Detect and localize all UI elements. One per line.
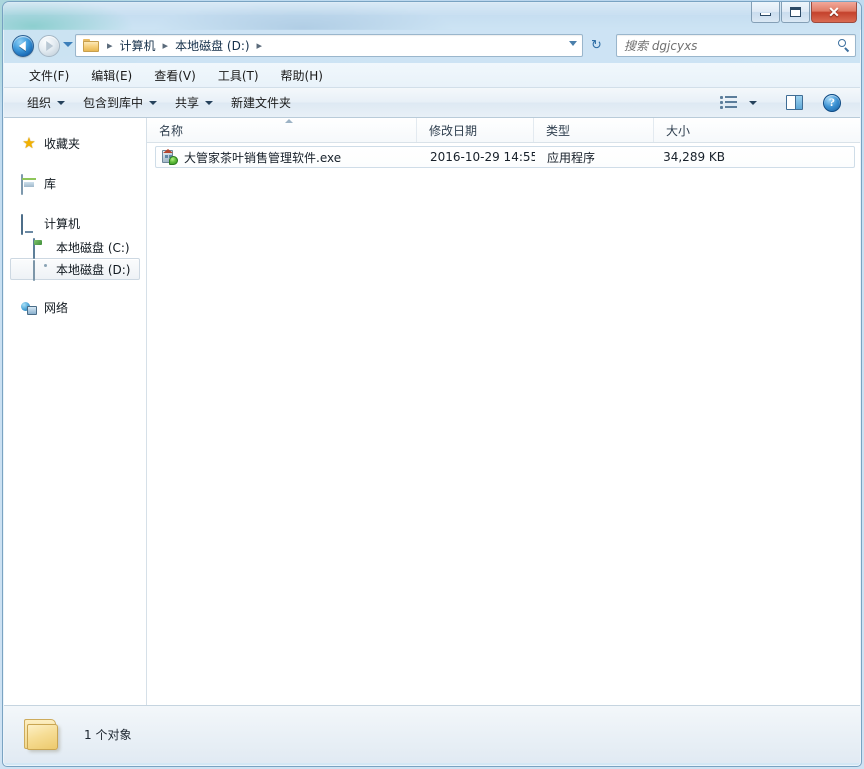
table-row[interactable]: 大管家茶叶销售管理软件.exe 2016-10-29 14:55 应用程序 34…: [155, 146, 855, 168]
sidebar-item-local-disk-c[interactable]: 本地磁盘 (C:): [10, 236, 140, 259]
close-button[interactable]: ✕: [811, 2, 857, 23]
minimize-icon: [760, 13, 771, 16]
chevron-down-icon: [57, 100, 66, 105]
column-header-row: 名称 修改日期 类型 大小: [147, 118, 860, 143]
maximize-button[interactable]: [781, 2, 810, 23]
history-dropdown-icon[interactable]: [63, 42, 73, 47]
sidebar-item-label: 收藏夹: [44, 136, 81, 151]
file-rows: 大管家茶叶销售管理软件.exe 2016-10-29 14:55 应用程序 34…: [147, 143, 860, 705]
help-icon: ?: [823, 93, 841, 112]
chevron-right-icon: ▸: [107, 39, 113, 52]
chevron-right-icon: ▸: [162, 39, 169, 52]
column-header-label: 修改日期: [429, 123, 478, 138]
back-button[interactable]: [12, 35, 34, 57]
share-with-label: 共享: [175, 96, 200, 110]
file-list-pane: 名称 修改日期 类型 大小 大管家茶叶销售管理软件.exe 2016-10-29…: [147, 118, 860, 705]
breadcrumb[interactable]: ▸ 计算机 ▸ 本地磁盘 (D:) ▸: [75, 34, 583, 57]
sort-ascending-icon: [285, 119, 293, 123]
forward-button[interactable]: [38, 35, 60, 57]
explorer-window: ✕ ▸ 计算机 ▸ 本地磁盘 (D:) ▸ ↻ 搜索 dgjcyxs 文件(F)…: [0, 0, 864, 769]
folder-icon: [22, 717, 62, 753]
menu-item-edit[interactable]: 编辑(E): [80, 64, 143, 87]
include-in-library-label: 包含到库中: [83, 96, 144, 110]
column-header-name[interactable]: 名称: [147, 118, 417, 142]
column-header-date-modified[interactable]: 修改日期: [417, 118, 534, 142]
folder-icon: [83, 39, 99, 52]
column-header-label: 名称: [159, 123, 184, 138]
arrow-right-icon: [46, 41, 54, 51]
column-header-type[interactable]: 类型: [534, 118, 654, 142]
organize-label: 组织: [27, 96, 52, 110]
menu-bar: 文件(F) 编辑(E) 查看(V) 工具(T) 帮助(H): [4, 63, 860, 88]
new-folder-button[interactable]: 新建文件夹: [222, 90, 300, 115]
sidebar-item-libraries[interactable]: 库: [10, 172, 140, 195]
star-icon: ★: [22, 134, 36, 152]
file-size-cell: 34,289 KB: [663, 150, 725, 164]
file-name-cell: 大管家茶叶销售管理软件.exe: [156, 149, 418, 166]
column-header-size[interactable]: 大小: [654, 118, 729, 142]
sidebar-item-label: 计算机: [44, 216, 81, 231]
include-in-library-button[interactable]: 包含到库中: [74, 90, 166, 115]
menu-item-help[interactable]: 帮助(H): [270, 64, 334, 87]
sidebar-item-local-disk-d[interactable]: 本地磁盘 (D:): [10, 258, 140, 281]
breadcrumb-item-computer[interactable]: 计算机: [118, 36, 158, 55]
share-with-button[interactable]: 共享: [166, 90, 222, 115]
menu-item-file[interactable]: 文件(F): [18, 64, 80, 87]
preview-pane-button[interactable]: [780, 92, 808, 114]
close-icon: ✕: [828, 4, 840, 20]
content-area: ★ 收藏夹 库 计算机 本地磁盘 (C:) 本地磁盘 (D:) 网络 名称 修改…: [4, 118, 860, 705]
hard-drive-c-icon: [33, 238, 49, 259]
sidebar-item-computer[interactable]: 计算机: [10, 212, 140, 235]
sidebar-item-label: 本地磁盘 (D:): [56, 262, 131, 277]
sidebar-item-label: 网络: [44, 300, 69, 315]
toolbar-right-group: ?: [714, 92, 860, 114]
chevron-down-icon: [205, 100, 214, 105]
chevron-down-icon: [749, 100, 757, 105]
exe-application-icon: [162, 149, 178, 165]
library-icon: [21, 174, 37, 195]
menu-item-view[interactable]: 查看(V): [143, 64, 207, 87]
arrow-left-icon: [18, 41, 26, 51]
navigation-pane: ★ 收藏夹 库 计算机 本地磁盘 (C:) 本地磁盘 (D:) 网络: [4, 118, 147, 705]
breadcrumb-item-local-disk-d[interactable]: 本地磁盘 (D:): [173, 36, 251, 55]
sidebar-item-label: 库: [44, 176, 57, 191]
chevron-down-icon: [149, 100, 158, 105]
view-options-dropdown[interactable]: [744, 92, 762, 114]
file-date-cell: 2016-10-29 14:55: [430, 150, 535, 164]
column-header-label: 大小: [666, 123, 691, 138]
address-dropdown-icon[interactable]: [569, 41, 577, 46]
new-folder-label: 新建文件夹: [231, 96, 292, 110]
title-bar: ✕: [3, 2, 861, 30]
file-type-cell: 应用程序: [547, 150, 596, 165]
hard-drive-d-icon: [33, 260, 49, 281]
sidebar-item-network[interactable]: 网络: [10, 296, 140, 318]
search-input[interactable]: 搜索 dgjcyxs: [624, 37, 837, 54]
window-controls: ✕: [751, 2, 857, 24]
view-options-icon: [719, 96, 737, 109]
search-icon: [837, 38, 851, 53]
chevron-right-icon[interactable]: ▸: [257, 39, 263, 52]
sidebar-item-label: 本地磁盘 (C:): [56, 240, 130, 255]
command-toolbar: 组织 包含到库中 共享 新建文件夹 ?: [4, 88, 860, 118]
view-options-button[interactable]: [714, 92, 742, 114]
address-bar: ▸ 计算机 ▸ 本地磁盘 (D:) ▸ ↻ 搜索 dgjcyxs: [3, 30, 861, 62]
maximize-icon: [790, 7, 801, 17]
sidebar-item-favorites[interactable]: ★ 收藏夹: [10, 132, 140, 154]
network-icon: [21, 301, 37, 315]
status-item-count: 1 个对象: [84, 728, 132, 742]
menu-item-tools[interactable]: 工具(T): [207, 64, 270, 87]
search-box[interactable]: 搜索 dgjcyxs: [616, 34, 856, 57]
file-name-label: 大管家茶叶销售管理软件.exe: [184, 150, 342, 165]
organize-button[interactable]: 组织: [18, 90, 74, 115]
status-bar: 1 个对象: [4, 705, 860, 763]
minimize-button[interactable]: [751, 2, 780, 23]
refresh-icon: ↻: [591, 38, 602, 53]
refresh-button[interactable]: ↻: [586, 35, 607, 56]
column-header-label: 类型: [546, 123, 571, 138]
title-bar-sheen: [3, 2, 861, 15]
preview-pane-icon: [785, 95, 803, 110]
computer-icon: [21, 214, 37, 235]
help-button[interactable]: ?: [818, 92, 846, 114]
